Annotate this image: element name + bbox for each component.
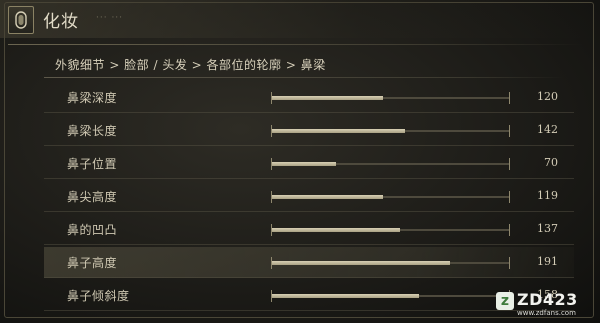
- slider-value: 142: [537, 123, 558, 136]
- slider-track[interactable]: [271, 257, 510, 269]
- watermark: z ZD423 www.zdfans.com: [496, 290, 594, 320]
- slider-row[interactable]: 鼻的凹凸 137: [44, 214, 574, 245]
- slider-max-tick: [509, 191, 510, 203]
- slider-value: 120: [537, 90, 558, 103]
- mirror-icon: [8, 6, 34, 34]
- watermark-name: ZD423: [517, 290, 578, 309]
- slider-value: 137: [537, 222, 558, 235]
- slider-max-tick: [509, 125, 510, 137]
- slider-fill: [272, 129, 405, 133]
- slider-label: 鼻的凹凸: [67, 223, 118, 237]
- page-subtitle: ··· ···: [96, 13, 124, 23]
- breadcrumb-divider: [44, 77, 564, 78]
- slider-fill: [272, 228, 400, 232]
- slider-fill: [272, 195, 384, 199]
- slider-value: 119: [537, 189, 558, 202]
- slider-row[interactable]: 鼻梁深度 120: [44, 82, 574, 113]
- slider-max-tick: [509, 92, 510, 104]
- page-title: 化妆: [43, 12, 79, 32]
- slider-track[interactable]: [271, 125, 510, 137]
- slider-fill: [272, 261, 450, 265]
- slider-max-tick: [509, 158, 510, 170]
- slider-max-tick: [509, 224, 510, 236]
- watermark-url: www.zdfans.com: [517, 309, 576, 317]
- slider-label: 鼻子高度: [67, 256, 118, 270]
- watermark-logo: z: [496, 292, 514, 310]
- slider-fill: [272, 162, 336, 166]
- slider-track[interactable]: [271, 158, 510, 170]
- slider-row[interactable]: 鼻子位置 70: [44, 148, 574, 179]
- slider-track[interactable]: [271, 224, 510, 236]
- breadcrumb: 外貌细节 > 脸部 / 头发 > 各部位的轮廓 > 鼻梁: [55, 58, 326, 72]
- slider-row[interactable]: 鼻尖高度 119: [44, 181, 574, 212]
- slider-label: 鼻梁深度: [67, 91, 118, 105]
- slider-value: 191: [537, 255, 558, 268]
- slider-label: 鼻子位置: [67, 157, 118, 171]
- slider-label: 鼻尖高度: [67, 190, 118, 204]
- header-bar: 化妆 ··· ···: [0, 0, 600, 38]
- slider-track[interactable]: [271, 92, 510, 104]
- slider-track[interactable]: [271, 191, 510, 203]
- slider-fill: [272, 96, 384, 100]
- slider-row[interactable]: 鼻子高度 191: [44, 247, 574, 278]
- slider-max-tick: [509, 257, 510, 269]
- slider-label: 鼻子倾斜度: [67, 289, 130, 303]
- header-divider: [8, 44, 583, 45]
- slider-value: 70: [544, 156, 558, 169]
- slider-row[interactable]: 鼻梁长度 142: [44, 115, 574, 146]
- slider-fill: [272, 294, 419, 298]
- slider-track[interactable]: [271, 290, 510, 302]
- slider-row[interactable]: 鼻子倾斜度 158: [44, 280, 574, 311]
- slider-label: 鼻梁长度: [67, 124, 118, 138]
